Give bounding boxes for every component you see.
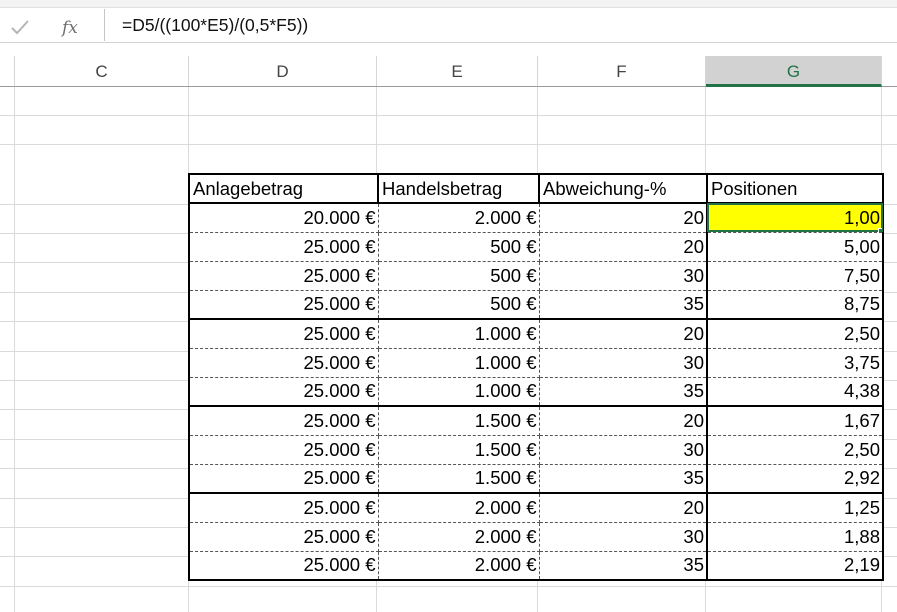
- table-row: 25.000 € 1.500 € 30 2,50: [188, 435, 884, 465]
- table-row: 20.000 € 2.000 € 20 1,00: [188, 203, 884, 233]
- cell-handelsbetrag[interactable]: 1.000 €: [377, 348, 540, 378]
- cell-anlagebetrag[interactable]: 25.000 €: [188, 319, 379, 349]
- ribbon-edge: [0, 0, 897, 8]
- cell-positionen[interactable]: 2,19: [706, 551, 884, 581]
- table-row: 25.000 € 1.500 € 35 2,92: [188, 464, 884, 494]
- cell-positionen[interactable]: 4,38: [706, 377, 884, 407]
- table-row: 25.000 € 1.000 € 35 4,38: [188, 377, 884, 407]
- cell-anlagebetrag[interactable]: 25.000 €: [188, 435, 379, 465]
- header-positionen[interactable]: Positionen: [706, 173, 884, 204]
- cell-abweichung[interactable]: 20: [538, 406, 708, 436]
- formula-bar: fx =D5/((100*E5)/(0,5*F5)): [0, 0, 897, 50]
- table-row: 25.000 € 2.000 € 35 2,19: [188, 551, 884, 581]
- header-abweichung[interactable]: Abweichung-%: [538, 173, 708, 204]
- cell-handelsbetrag[interactable]: 1.000 €: [377, 377, 540, 407]
- cell-abweichung[interactable]: 30: [538, 522, 708, 552]
- cell-anlagebetrag[interactable]: 25.000 €: [188, 406, 379, 436]
- table-row: 25.000 € 500 € 30 7,50: [188, 261, 884, 291]
- cell-abweichung[interactable]: 20: [538, 319, 708, 349]
- cell-anlagebetrag[interactable]: 25.000 €: [188, 232, 379, 262]
- cell-positionen[interactable]: 3,75: [706, 348, 884, 378]
- column-header-row: C D E F G: [0, 56, 897, 87]
- cell-anlagebetrag[interactable]: 25.000 €: [188, 464, 379, 494]
- cell-anlagebetrag[interactable]: 25.000 €: [188, 377, 379, 407]
- cell-anlagebetrag[interactable]: 25.000 €: [188, 493, 379, 523]
- cell-abweichung[interactable]: 35: [538, 464, 708, 494]
- cell-positionen[interactable]: 7,50: [706, 261, 884, 291]
- cell-positionen[interactable]: 2,50: [706, 435, 884, 465]
- cell-abweichung[interactable]: 30: [538, 435, 708, 465]
- cell-handelsbetrag[interactable]: 500 €: [377, 290, 540, 320]
- cell-abweichung[interactable]: 35: [538, 377, 708, 407]
- cell-abweichung[interactable]: 20: [538, 203, 708, 233]
- cell-positionen[interactable]: 5,00: [706, 232, 884, 262]
- cell-handelsbetrag[interactable]: 1.500 €: [377, 406, 540, 436]
- table-row: 25.000 € 2.000 € 30 1,88: [188, 522, 884, 552]
- column-header-f[interactable]: F: [538, 56, 706, 86]
- header-anlagebetrag[interactable]: Anlagebetrag: [188, 173, 379, 204]
- cell-anlagebetrag[interactable]: 20.000 €: [188, 203, 379, 233]
- cell-positionen[interactable]: 8,75: [706, 290, 884, 320]
- header-handelsbetrag[interactable]: Handelsbetrag: [377, 173, 540, 204]
- table-row: 25.000 € 500 € 35 8,75: [188, 290, 884, 320]
- cell-abweichung[interactable]: 30: [538, 261, 708, 291]
- cell-handelsbetrag[interactable]: 500 €: [377, 232, 540, 262]
- cell-positionen[interactable]: 2,92: [706, 464, 884, 494]
- cell-handelsbetrag[interactable]: 1.000 €: [377, 319, 540, 349]
- table-header-row: Anlagebetrag Handelsbetrag Abweichung-% …: [188, 173, 884, 204]
- column-header-g[interactable]: G: [706, 56, 882, 87]
- cell-positionen[interactable]: 1,67: [706, 406, 884, 436]
- gridline: [14, 87, 15, 612]
- cell-handelsbetrag[interactable]: 1.500 €: [377, 435, 540, 465]
- cell-handelsbetrag[interactable]: 500 €: [377, 261, 540, 291]
- formula-bar-divider: [104, 9, 105, 41]
- cell-abweichung[interactable]: 35: [538, 551, 708, 581]
- cell-handelsbetrag[interactable]: 2.000 €: [377, 551, 540, 581]
- table-row: 25.000 € 1.000 € 30 3,75: [188, 348, 884, 378]
- cell-abweichung[interactable]: 30: [538, 348, 708, 378]
- cell-anlagebetrag[interactable]: 25.000 €: [188, 522, 379, 552]
- cell-handelsbetrag[interactable]: 2.000 €: [377, 522, 540, 552]
- cell-abweichung[interactable]: 20: [538, 493, 708, 523]
- cell-anlagebetrag[interactable]: 25.000 €: [188, 261, 379, 291]
- fx-icon[interactable]: fx: [62, 18, 78, 38]
- cell-abweichung[interactable]: 35: [538, 290, 708, 320]
- table-row: 25.000 € 1.500 € 20 1,67: [188, 406, 884, 436]
- formula-bar-border: [0, 42, 897, 43]
- cell-anlagebetrag[interactable]: 25.000 €: [188, 290, 379, 320]
- cell-anlagebetrag[interactable]: 25.000 €: [188, 551, 379, 581]
- cell-positionen[interactable]: 1,25: [706, 493, 884, 523]
- active-cell-positionen[interactable]: 1,00: [706, 203, 884, 233]
- data-table: Anlagebetrag Handelsbetrag Abweichung-% …: [188, 173, 884, 581]
- column-header-c[interactable]: C: [15, 56, 189, 86]
- table-row: 25.000 € 500 € 20 5,00: [188, 232, 884, 262]
- cell-positionen[interactable]: 2,50: [706, 319, 884, 349]
- table-row: 25.000 € 1.000 € 20 2,50: [188, 319, 884, 349]
- gridline: [0, 586, 897, 587]
- cell-handelsbetrag[interactable]: 2.000 €: [377, 203, 540, 233]
- table-row: 25.000 € 2.000 € 20 1,25: [188, 493, 884, 523]
- cell-handelsbetrag[interactable]: 1.500 €: [377, 464, 540, 494]
- cell-positionen[interactable]: 1,88: [706, 522, 884, 552]
- column-header-e[interactable]: E: [377, 56, 538, 86]
- check-icon[interactable]: [10, 17, 30, 37]
- gridline: [0, 115, 897, 116]
- cell-value: 1,00: [843, 206, 880, 228]
- formula-bar-buttons: fx: [0, 8, 103, 42]
- fill-handle[interactable]: [878, 227, 881, 231]
- column-header-d[interactable]: D: [189, 56, 377, 86]
- column-header-h[interactable]: [882, 56, 897, 86]
- formula-input[interactable]: =D5/((100*E5)/(0,5*F5)): [106, 8, 897, 42]
- cell-handelsbetrag[interactable]: 2.000 €: [377, 493, 540, 523]
- column-header-b[interactable]: [0, 56, 15, 86]
- cell-anlagebetrag[interactable]: 25.000 €: [188, 348, 379, 378]
- cell-abweichung[interactable]: 20: [538, 232, 708, 262]
- gridline: [0, 144, 897, 145]
